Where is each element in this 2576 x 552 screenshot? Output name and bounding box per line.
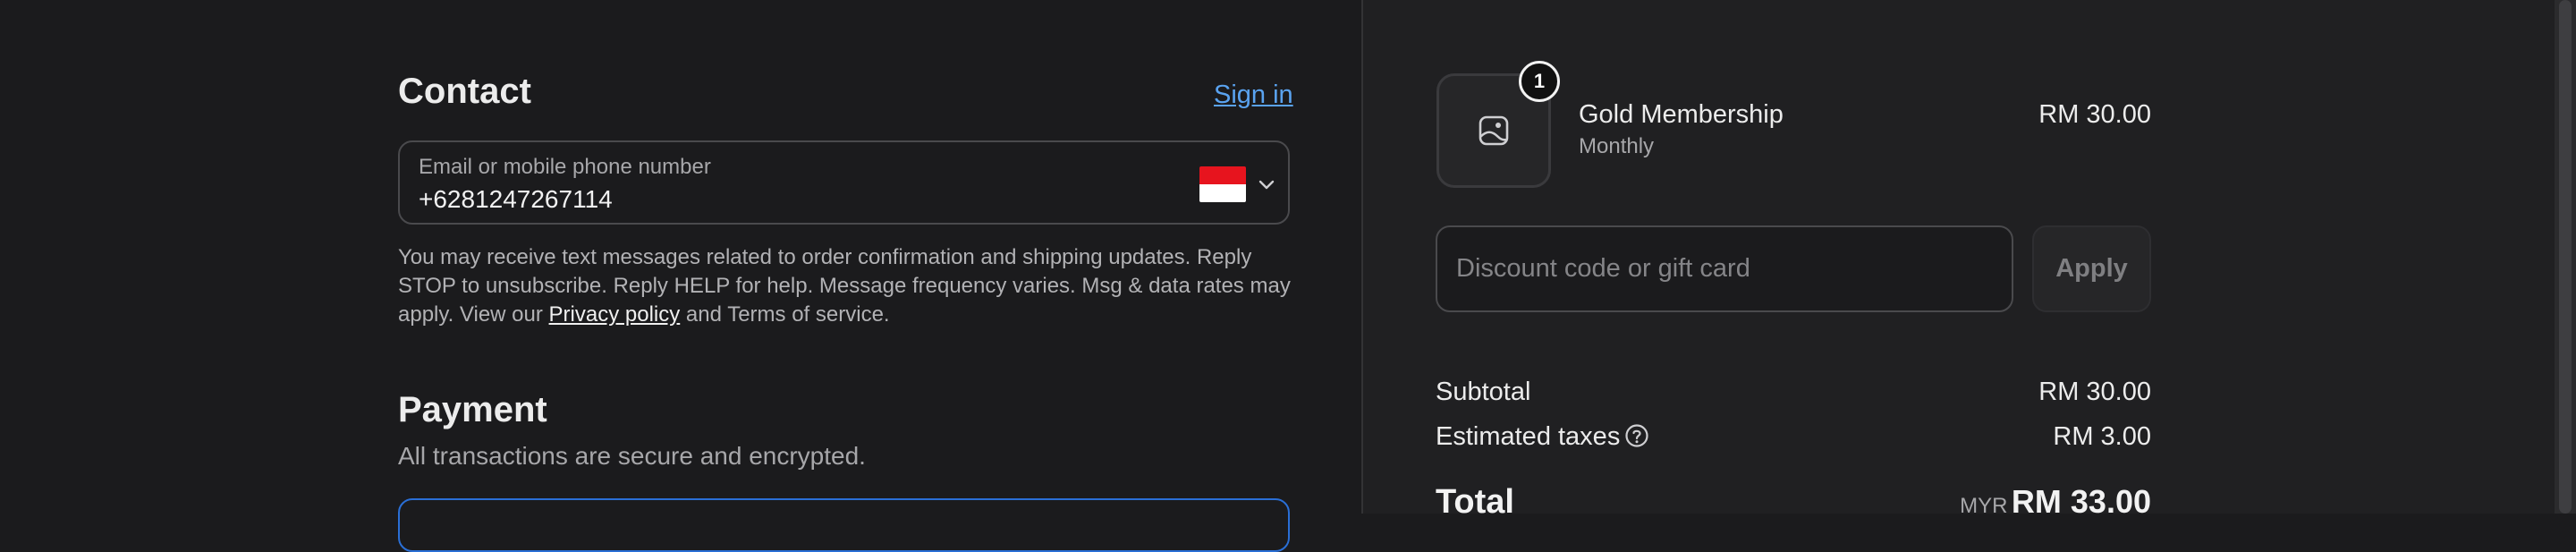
- product-price: RM 30.00: [2038, 100, 2151, 129]
- field-value[interactable]: +6281247267114: [419, 185, 613, 214]
- help-circle-icon[interactable]: [1624, 423, 1649, 448]
- image-placeholder-icon: [1479, 115, 1509, 146]
- apply-button[interactable]: Apply: [2032, 225, 2151, 312]
- estimated-taxes-label: Estimated taxes: [1436, 422, 1621, 451]
- payment-heading: Payment: [398, 390, 547, 429]
- product-name: Gold Membership: [1579, 100, 1784, 129]
- subtotal-value: RM 30.00: [2038, 378, 2151, 406]
- scrollbar-thumb[interactable]: [2559, 0, 2572, 514]
- payment-subtitle: All transactions are secure and encrypte…: [398, 442, 866, 470]
- subtotal-label: Subtotal: [1436, 378, 1531, 406]
- sms-text-end: and Terms of service.: [680, 302, 890, 327]
- quantity-badge: 1: [1519, 61, 1560, 102]
- contact-heading: Contact: [398, 72, 531, 111]
- chevron-down-icon[interactable]: [1257, 174, 1276, 194]
- currency-code: MYR: [1960, 494, 2008, 518]
- total-label: Total: [1436, 483, 1514, 521]
- total-value: RM 33.00: [2011, 483, 2151, 520]
- field-label: Email or mobile phone number: [419, 155, 711, 179]
- product-plan: Monthly: [1579, 134, 1655, 158]
- discount-code-input[interactable]: [1436, 225, 2013, 312]
- privacy-policy-link[interactable]: Privacy policy: [549, 302, 681, 327]
- sign-in-link[interactable]: Sign in: [1214, 81, 1293, 110]
- email-or-phone-field[interactable]: Email or mobile phone number +6281247267…: [398, 140, 1290, 225]
- indonesia-flag-icon[interactable]: [1199, 166, 1246, 202]
- sms-disclaimer: You may receive text messages related to…: [398, 243, 1292, 329]
- payment-method-box[interactable]: [398, 498, 1290, 552]
- estimated-taxes-value: RM 3.00: [2053, 422, 2151, 451]
- total-amount: MYR RM 33.00: [1883, 483, 2151, 521]
